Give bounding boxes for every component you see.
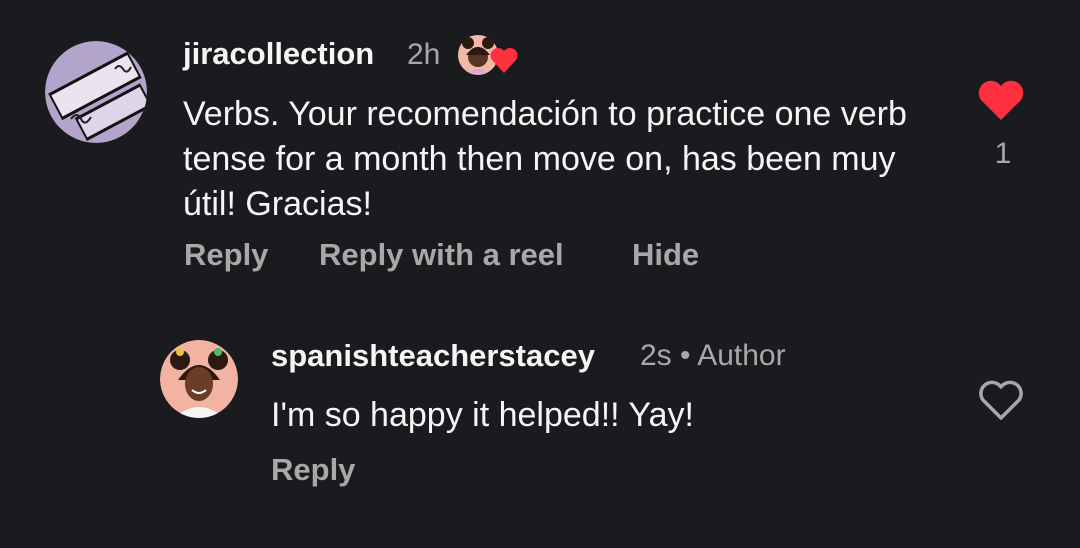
avatar[interactable] — [160, 340, 238, 418]
comment-username[interactable]: spanishteacherstacey — [271, 338, 595, 374]
comment-text: I'm so happy it helped!! Yay! — [271, 396, 694, 434]
heart-outline-icon[interactable] — [976, 378, 1026, 422]
reply-button[interactable]: Reply — [271, 452, 355, 488]
comment-meta: 2s • Author — [640, 339, 786, 372]
reply-comment-item: spanishteacherstacey 2s • Author I'm so … — [0, 0, 1080, 548]
